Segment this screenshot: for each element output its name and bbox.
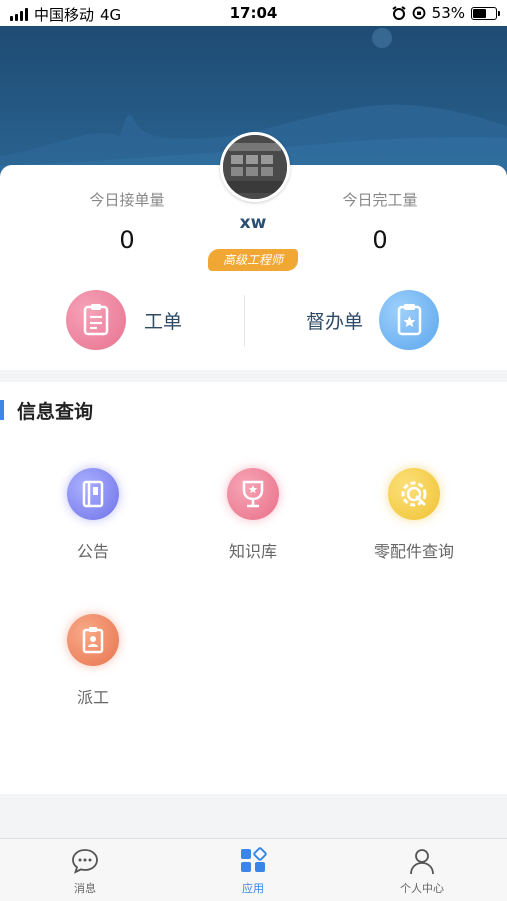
role-badge: 高级工程师 <box>208 249 298 271</box>
grid-item-spare-parts-query[interactable]: 零配件查询 <box>334 468 494 562</box>
section-title: 信息查询 <box>17 401 94 423</box>
bottom-tab-bar: 消息 应用 个人中心 <box>0 838 507 901</box>
stat-label: 今日接单量 <box>89 191 165 209</box>
supervision-order-button[interactable]: 督办单 <box>306 289 440 351</box>
divider <box>244 295 245 347</box>
stat-value: 0 <box>119 226 135 254</box>
tab-label: 个人中心 <box>400 882 444 895</box>
battery-icon <box>471 6 500 20</box>
username: xw <box>239 213 267 233</box>
grid-item-label: 派工 <box>76 688 109 707</box>
dispatch-badge-icon <box>67 614 119 666</box>
stat-value: 0 <box>372 226 388 254</box>
battery-percent: 53% <box>431 4 465 22</box>
stat-today-completed: 今日完工量 0 <box>300 189 460 254</box>
grid-item-label: 公告 <box>76 542 109 561</box>
tab-personal-center[interactable]: 个人中心 <box>367 847 477 896</box>
work-order-button[interactable]: 工单 <box>66 289 182 351</box>
orientation-lock-icon <box>412 6 426 20</box>
grid-item-announcement[interactable]: 公告 <box>13 468 173 562</box>
info-query-section: 信息查询 公告 知识库 零配件查询 派工 <box>0 382 507 794</box>
starred-document-icon <box>379 290 440 350</box>
avatar-photo <box>223 135 287 199</box>
alarm-icon <box>392 6 406 20</box>
message-icon <box>72 849 98 874</box>
supervision-order-label: 督办单 <box>306 310 364 333</box>
status-bar: 中国移动 4G 17:04 53% <box>0 0 507 26</box>
tab-label: 消息 <box>74 882 96 895</box>
avatar[interactable] <box>220 132 290 202</box>
announcement-book-icon <box>67 468 119 520</box>
wrench-gear-icon <box>388 468 440 520</box>
tab-apps[interactable]: 应用 <box>198 847 308 896</box>
clipboard-icon <box>66 290 126 350</box>
grid-item-label: 零配件查询 <box>373 542 454 561</box>
stat-label: 今日完工量 <box>342 191 418 209</box>
stat-today-received: 今日接单量 0 <box>47 189 207 254</box>
grid-item-dispatch[interactable]: 派工 <box>13 614 173 708</box>
work-order-label: 工单 <box>144 310 183 333</box>
grid-item-label: 知识库 <box>228 542 277 561</box>
person-icon <box>410 849 434 875</box>
section-accent-bar <box>0 400 4 420</box>
apps-icon <box>241 847 267 872</box>
trophy-icon <box>227 468 279 520</box>
tab-messages[interactable]: 消息 <box>30 847 140 896</box>
tab-label: 应用 <box>242 882 264 895</box>
grid-item-knowledge-base[interactable]: 知识库 <box>173 468 333 562</box>
